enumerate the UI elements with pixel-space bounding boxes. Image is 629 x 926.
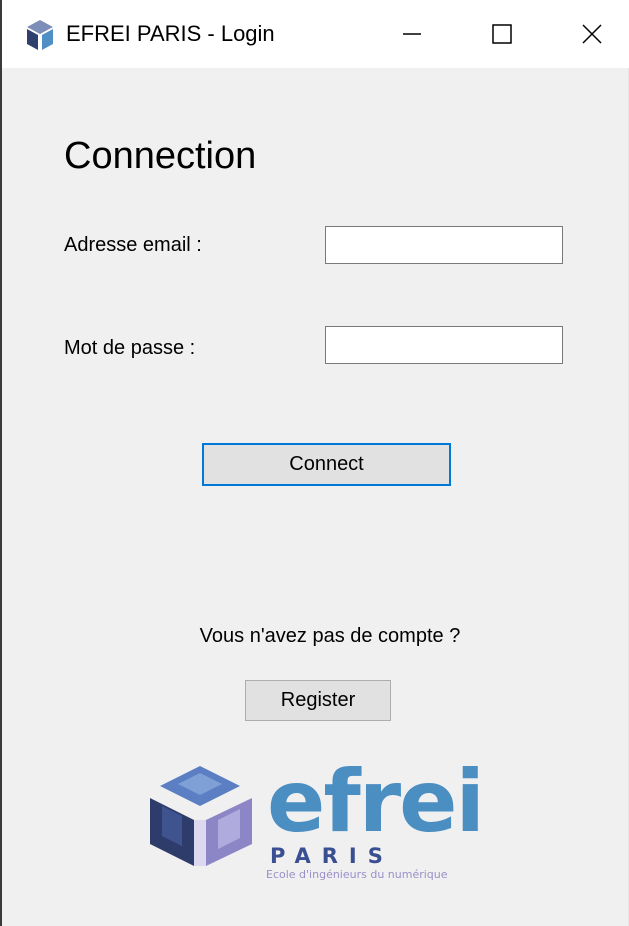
logo-wordmark: efrei — [267, 752, 485, 852]
connect-button[interactable]: Connect — [202, 443, 451, 486]
maximize-icon — [492, 24, 512, 44]
logo-cube-icon — [150, 766, 252, 866]
login-window: EFREI PARIS - Login Connection Adresse e… — [0, 0, 629, 926]
maximize-button[interactable] — [472, 8, 532, 60]
title-bar[interactable]: EFREI PARIS - Login — [2, 0, 629, 68]
email-label: Adresse email : — [64, 234, 202, 256]
password-label: Mot de passe : — [64, 337, 196, 359]
close-button[interactable] — [562, 8, 622, 60]
logo-tagline: Ecole d'ingénieurs du numérique — [266, 868, 448, 881]
app-cube-icon — [27, 20, 53, 50]
minimize-icon — [403, 33, 421, 35]
window-title: EFREI PARIS - Login — [66, 21, 275, 46]
efrei-logo: efrei PARIS Ecole d'ingénieurs du numéri… — [142, 754, 487, 887]
page-title: Connection — [64, 135, 257, 177]
logo-city: PARIS — [270, 844, 394, 868]
password-field[interactable] — [325, 326, 563, 364]
email-field[interactable] — [325, 226, 563, 264]
register-button[interactable]: Register — [245, 680, 391, 721]
no-account-text: Vous n'avez pas de compte ? — [199, 625, 461, 647]
close-icon — [582, 24, 602, 44]
minimize-button[interactable] — [382, 8, 442, 60]
